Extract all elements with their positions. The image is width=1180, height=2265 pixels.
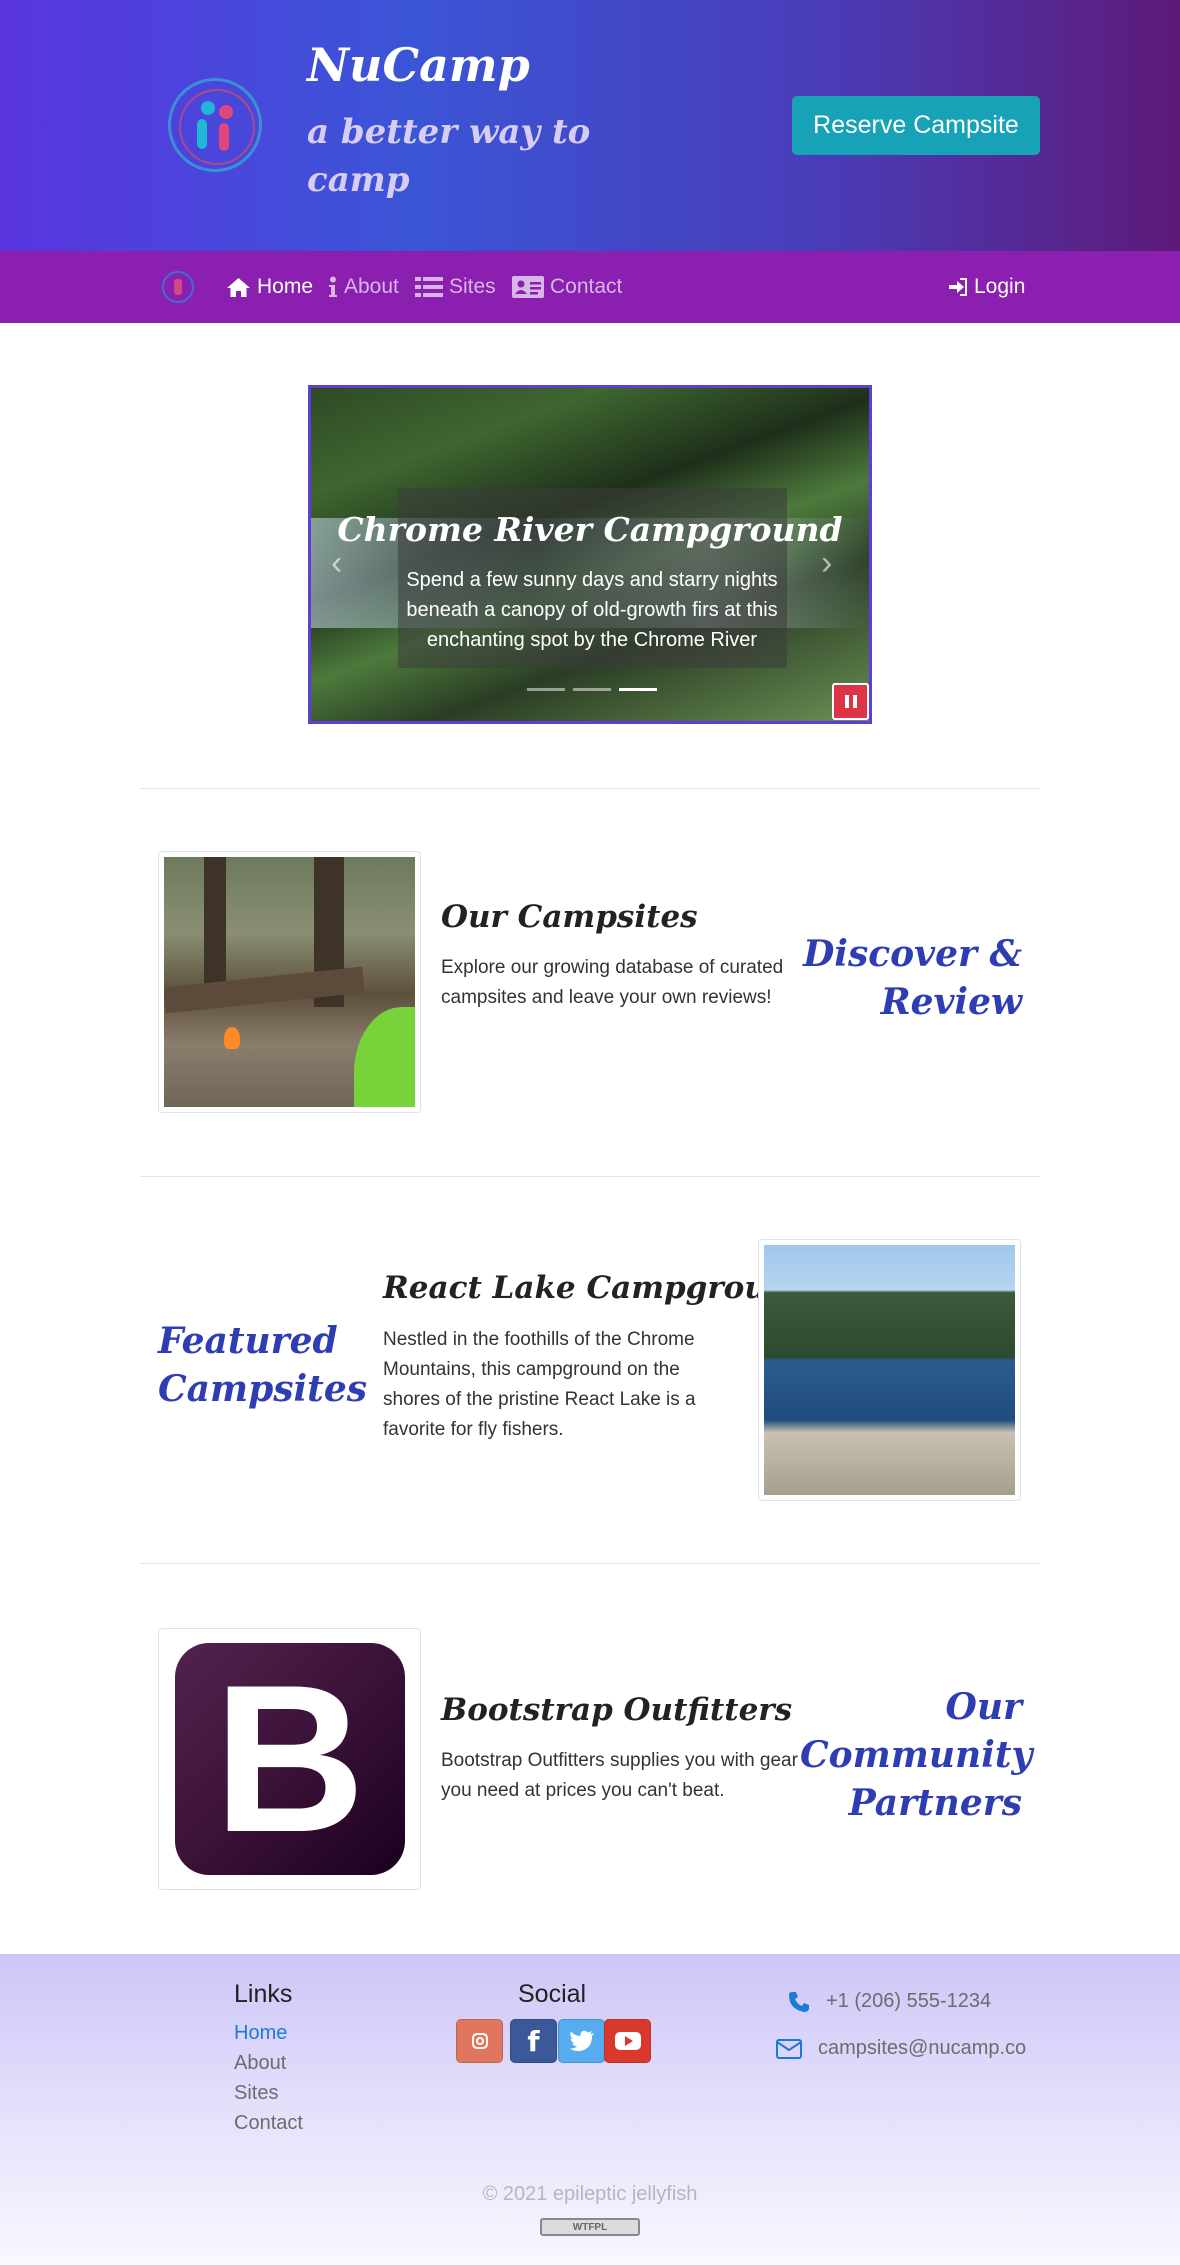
section-title: Our Campsites [441,899,698,935]
navbar: Home About Sites Contact Login [0,251,1180,323]
carousel-indicator-active[interactable] [619,688,657,691]
nav-item-label: Contact [550,275,623,298]
campfire-image [164,857,415,1107]
footer-link-sites[interactable]: Sites [234,2082,278,2105]
footer-link-home[interactable]: Home [234,2022,287,2045]
pause-icon [844,695,849,708]
nav-item-contact[interactable]: Contact [512,251,622,323]
login-label: Login [974,275,1026,298]
copyright-text: © 2021 epileptic jellyfish [482,2183,698,2205]
footer-phone[interactable]: +1 (206) 555-1234 [788,1990,991,2013]
phone-number: +1 (206) 555-1234 [826,1990,992,2012]
campground-carousel[interactable]: Chrome River Campground Spend a few sunn… [308,385,872,724]
section-divider [140,1563,1040,1564]
section-title: Bootstrap Outfitters [441,1692,793,1728]
section-divider [140,788,1040,789]
carousel-caption-text: Spend a few sunny days and starry nights… [406,569,778,651]
reserve-campsite-button[interactable]: Reserve Campsite [792,96,1040,155]
bootstrap-logo-icon: B [174,1643,405,1875]
brand-tagline: a better way to camp [307,112,591,200]
wtfpl-license-badge[interactable]: WTFPL [540,2218,640,2236]
footer-link-about[interactable]: About [234,2052,286,2075]
footer-links-heading: Links [234,1980,293,2008]
address-card-icon [512,276,544,298]
nav-logo-icon[interactable] [162,271,194,303]
carousel-indicator[interactable] [573,688,611,691]
section-divider [140,1176,1040,1177]
nav-item-about[interactable]: About [328,251,399,323]
carousel-indicators [527,688,657,691]
sign-in-icon [949,278,967,296]
carousel-next-icon[interactable]: › [821,544,832,583]
react-lake-thumbnail [758,1239,1021,1501]
carousel-pause-button[interactable] [832,683,869,720]
carousel-prev-icon[interactable]: ‹ [331,544,342,583]
envelope-icon [776,2038,802,2059]
footer-social-heading: Social [518,1980,587,2008]
side-heading: Discover & Review [803,933,1022,1023]
nav-item-home[interactable]: Home [226,251,313,323]
section-text: Bootstrap Outfitters supplies you with g… [441,1750,798,1801]
nav-item-sites[interactable]: Sites [415,251,496,323]
brand-title: NuCamp [307,38,530,92]
side-heading: Featured Campsites [158,1320,367,1410]
nav-item-label: Sites [449,275,496,298]
section-text: Nestled in the foothills of the Chrome M… [383,1329,696,1440]
info-icon [329,276,337,297]
section-title: React Lake Campground [383,1270,812,1306]
carousel-caption-title: Chrome River Campground [337,510,843,549]
footer-link-contact[interactable]: Contact [234,2112,303,2135]
carousel-indicator[interactable] [527,688,565,691]
campsites-thumbnail [158,851,421,1113]
instagram-icon[interactable] [456,2019,503,2063]
footer-email[interactable]: campsites@nucamp.co [776,2037,1026,2060]
side-heading: Our Community Partners [800,1686,1033,1824]
phone-icon [789,1991,809,2012]
login-button[interactable]: Login [948,251,1025,323]
home-icon [227,277,250,297]
email-address: campsites@nucamp.co [818,2037,1027,2059]
partner-thumbnail: B [158,1628,421,1890]
nav-item-label: About [344,275,399,298]
youtube-icon[interactable] [604,2019,651,2063]
lake-image [764,1245,1015,1495]
list-icon [415,277,443,297]
twitter-icon[interactable] [558,2019,605,2063]
section-text: Explore our growing database of curated … [441,957,784,1008]
nav-item-label: Home [257,275,314,298]
nucamp-logo-icon [168,78,262,172]
jumbotron-header: NuCamp a better way to camp Reserve Camp… [0,0,1180,251]
facebook-icon[interactable]: f [510,2019,557,2063]
